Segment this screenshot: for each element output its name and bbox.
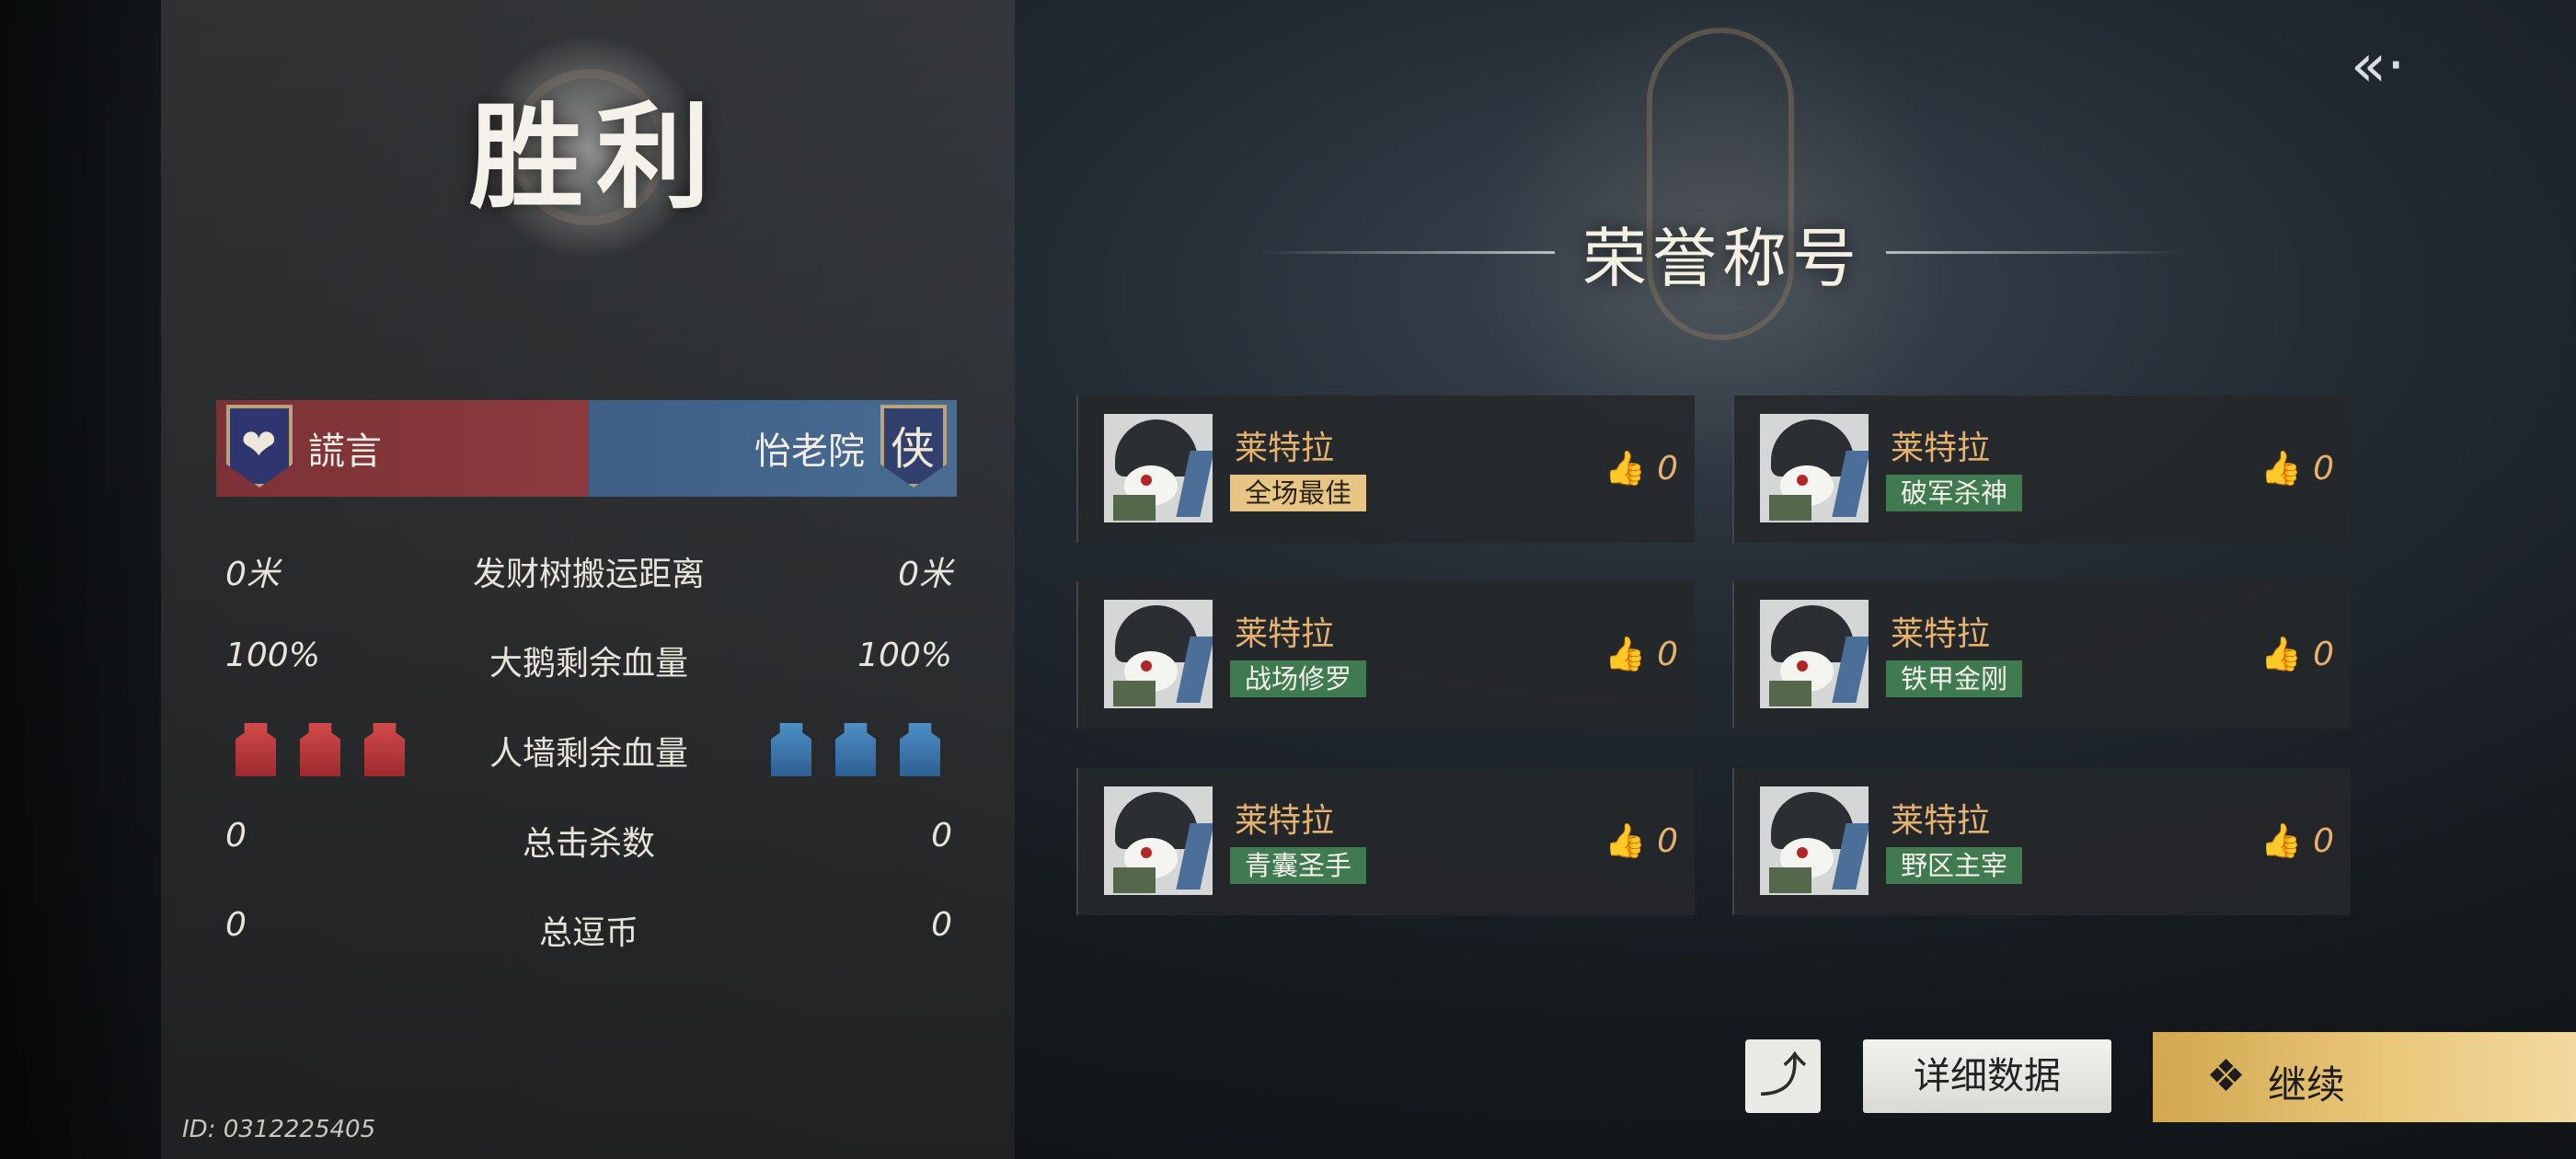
- honor-badge: 青囊圣手: [1230, 847, 1367, 884]
- stat-label: 大鹅剩余血量: [489, 645, 688, 683]
- like-count: 0: [2313, 636, 2334, 673]
- player-name: 莱特拉: [1891, 430, 1991, 467]
- thumbs-up-icon: 👍: [1604, 450, 1647, 488]
- team-right-emblem-char: 侠: [891, 423, 936, 475]
- stat-right-value: 0米: [898, 556, 952, 593]
- back-arrow-icon[interactable]: «·: [2351, 37, 2406, 96]
- honor-badge: 铁甲金刚: [1886, 660, 2023, 697]
- player-avatar[interactable]: [1760, 414, 1869, 522]
- continue-button[interactable]: ❖ 继续: [2153, 1032, 2576, 1122]
- player-name: 莱特拉: [1235, 430, 1335, 467]
- stat-label: 总逗币: [538, 914, 638, 952]
- player-avatar[interactable]: [1104, 414, 1213, 522]
- stat-row-coins: 0 总逗币 0: [225, 906, 952, 961]
- like-button[interactable]: 👍 0: [1604, 821, 1678, 860]
- honor-badge: 全场最佳: [1230, 475, 1367, 511]
- honor-badge: 破军杀神: [1886, 475, 2023, 511]
- thumbs-up-icon: 👍: [1604, 636, 1647, 673]
- honor-title: 荣誉称号: [1582, 221, 1862, 296]
- share-icon: ⤴: [1758, 1049, 1807, 1104]
- like-count: 0: [1657, 822, 1678, 860]
- player-avatar[interactable]: [1760, 786, 1869, 895]
- like-button[interactable]: 👍 0: [2260, 449, 2334, 488]
- stat-row-goose-hp: 100% 大鹅剩余血量 100%: [225, 637, 952, 692]
- player-avatar[interactable]: [1104, 600, 1213, 708]
- honor-card[interactable]: 莱特拉 野区主宰 👍 0: [1732, 768, 2351, 915]
- victory-title: 胜利: [469, 91, 724, 224]
- like-count: 0: [2313, 822, 2334, 860]
- player-avatar[interactable]: [1104, 786, 1213, 895]
- player-name: 莱特拉: [1891, 615, 1991, 653]
- like-count: 0: [1657, 450, 1678, 488]
- title-divider-right: [1886, 251, 2180, 254]
- honor-card[interactable]: 莱特拉 破军杀神 👍 0: [1732, 396, 2351, 543]
- title-divider-left: [1260, 251, 1555, 254]
- stat-label: 总击杀数: [522, 825, 655, 863]
- thumbs-up-icon: 👍: [1604, 822, 1647, 860]
- player-name: 莱特拉: [1891, 802, 1991, 840]
- honor-badge: 战场修罗: [1230, 660, 1367, 697]
- share-button[interactable]: ⤴: [1745, 1039, 1821, 1113]
- stat-right-value: 100%: [857, 637, 952, 674]
- team-left-name: 謊言: [308, 430, 382, 473]
- thumbs-up-icon: 👍: [2260, 450, 2303, 488]
- game-id: ID: 0312225405: [182, 1116, 376, 1143]
- honor-card[interactable]: 莱特拉 战场修罗 👍 0: [1076, 581, 1695, 729]
- honor-badge: 野区主宰: [1886, 847, 2023, 884]
- player-name: 莱特拉: [1235, 802, 1335, 840]
- like-count: 0: [1657, 636, 1678, 673]
- like-button[interactable]: 👍 0: [2260, 635, 2334, 673]
- stat-row-distance: 0米 发财树搬运距离 0米: [225, 547, 952, 602]
- diamond-icon: ❖: [2206, 1050, 2247, 1102]
- like-button[interactable]: 👍 0: [2260, 821, 2334, 860]
- team-right-name: 怡老院: [754, 430, 865, 473]
- like-button[interactable]: 👍 0: [1604, 635, 1678, 673]
- heart-icon: ❤: [241, 419, 277, 469]
- details-button[interactable]: 详细数据: [1863, 1039, 2111, 1113]
- thumbs-up-icon: 👍: [2260, 822, 2303, 860]
- stat-label: 发财树搬运距离: [472, 556, 705, 593]
- player-name: 莱特拉: [1235, 615, 1335, 653]
- like-count: 0: [2313, 450, 2334, 488]
- continue-label: 继续: [2268, 1062, 2346, 1107]
- honor-card[interactable]: 莱特拉 铁甲金刚 👍 0: [1732, 581, 2351, 729]
- like-button[interactable]: 👍 0: [1604, 449, 1678, 488]
- thumbs-up-icon: 👍: [2260, 636, 2303, 673]
- honor-card[interactable]: 莱特拉 全场最佳 👍 0: [1076, 396, 1695, 543]
- player-avatar[interactable]: [1760, 600, 1869, 708]
- honor-card[interactable]: 莱特拉 青囊圣手 👍 0: [1076, 768, 1695, 915]
- stat-row-kills: 0 总击杀数 0: [225, 817, 952, 872]
- stat-right-value: 0: [931, 906, 952, 944]
- stat-right-value: 0: [931, 817, 952, 855]
